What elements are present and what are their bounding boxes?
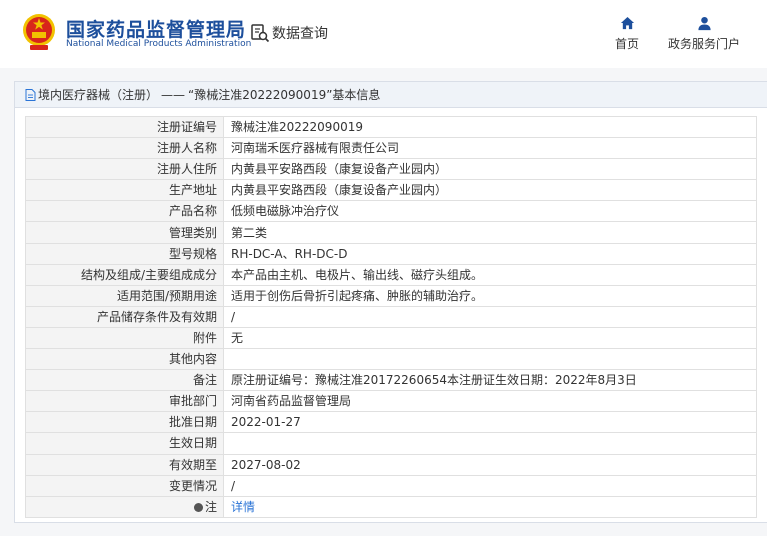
- breadcrumb-separator: ——: [161, 87, 186, 102]
- home-icon: [620, 16, 634, 30]
- field-value: 无: [223, 326, 757, 350]
- bullet-icon: [193, 502, 203, 512]
- registration-detail-table: 注册证编号 豫械注准20222090019 注册人名称 河南瑞禾医疗器械有限责任公司注…: [25, 115, 757, 518]
- nav-service-portal-label: 政务服务门户: [667, 37, 740, 51]
- field-label: 注册人名称: [25, 137, 224, 160]
- field-value: 低频电磁脉冲治疗仪: [223, 200, 757, 223]
- nav-home-label: 首页: [614, 37, 639, 51]
- nav-service-portal[interactable]: 政务服务门户: [664, 16, 744, 52]
- field-value: [223, 348, 757, 371]
- field-value: /: [223, 474, 757, 497]
- field-label: 结构及组成/主要组成成分: [25, 263, 224, 286]
- data-query-label: 数据查询: [272, 26, 328, 42]
- site-name-cn: 国家药品监督管理局: [66, 19, 247, 41]
- field-label: 有效期至: [25, 453, 224, 476]
- field-label: 批准日期: [25, 411, 224, 434]
- field-label: 变更情况: [25, 474, 224, 497]
- table-row: 注 详情: [25, 495, 757, 518]
- table-row: 生产地址 内黄县平安路西段（康复设备产业园内）: [25, 179, 757, 202]
- field-label: 管理类别: [25, 221, 224, 244]
- table-row: 型号规格 RH-DC-A、RH-DC-D: [25, 242, 757, 265]
- field-value: 第二类: [223, 221, 757, 244]
- table-row: 其他内容: [25, 348, 757, 371]
- data-query-link[interactable]: 数据查询: [250, 22, 328, 44]
- table-row: 备注 原注册证编号：豫械注准20172260654本注册证生效日期：2022年8月…: [25, 369, 757, 392]
- table-row: 注册人住所 内黄县平安路西段（康复设备产业园内）: [25, 158, 757, 181]
- field-value: 适用于创伤后骨折引起疼痛、肿胀的辅助治疗。: [223, 284, 757, 307]
- details-link[interactable]: 详情: [231, 500, 255, 514]
- table-row: 注册证编号 豫械注准20222090019: [25, 115, 757, 139]
- field-value: 豫械注准20222090019: [223, 115, 757, 139]
- detail-panel: 境内医疗器械（注册） —— “豫械注准20222090019”基本信息 注册证编…: [14, 81, 767, 523]
- field-label: 注: [25, 495, 224, 518]
- nav-home[interactable]: 首页: [612, 16, 642, 52]
- table-row: 批准日期 2022-01-27: [25, 411, 757, 434]
- table-row: 产品储存条件及有效期 /: [25, 305, 757, 328]
- table-row: 审批部门 河南省药品监督管理局: [25, 390, 757, 413]
- table-row: 产品名称 低频电磁脉冲治疗仪: [25, 200, 757, 223]
- document-search-icon: [251, 24, 270, 43]
- field-value: 内黄县平安路西段（康复设备产业园内）: [223, 158, 757, 181]
- document-icon: [25, 88, 36, 101]
- field-label: 注册证编号: [25, 115, 224, 139]
- field-label: 附件: [25, 326, 224, 350]
- field-value: 河南瑞禾医疗器械有限责任公司: [223, 137, 757, 160]
- table-row: 注册人名称 河南瑞禾医疗器械有限责任公司: [25, 137, 757, 160]
- table-row: 附件无: [25, 326, 757, 350]
- field-label: 备注: [25, 369, 224, 392]
- field-label: 注册人住所: [25, 158, 224, 181]
- field-label: 生效日期: [25, 432, 224, 455]
- user-icon: [697, 16, 711, 31]
- field-value: 原注册证编号：豫械注准20172260654本注册证生效日期：2022年8月3日: [223, 369, 757, 392]
- field-value: 详情: [223, 495, 757, 518]
- table-row: 变更情况 /: [25, 474, 757, 497]
- field-label: 产品名称: [25, 200, 224, 223]
- national-emblem-icon: [23, 14, 55, 50]
- field-label: 适用范围/预期用途: [25, 284, 224, 307]
- table-row: 生效日期: [25, 432, 757, 455]
- breadcrumb: 境内医疗器械（注册） —— “豫械注准20222090019”基本信息: [15, 82, 767, 108]
- field-value: 本产品由主机、电极片、输出线、磁疗头组成。: [223, 263, 757, 286]
- field-value: 2027-08-02: [223, 453, 757, 476]
- field-label: 产品储存条件及有效期: [25, 305, 224, 328]
- table-row: 适用范围/预期用途 适用于创伤后骨折引起疼痛、肿胀的辅助治疗。: [25, 284, 757, 307]
- field-value: 2022-01-27: [223, 411, 757, 434]
- field-value: 河南省药品监督管理局: [223, 390, 757, 413]
- field-label: 生产地址: [25, 179, 224, 202]
- table-row: 管理类别 第二类: [25, 221, 757, 244]
- field-value: 内黄县平安路西段（康复设备产业园内）: [223, 179, 757, 202]
- field-value: /: [223, 305, 757, 328]
- breadcrumb-category-link[interactable]: 境内医疗器械（注册）: [38, 86, 158, 103]
- field-label: 审批部门: [25, 390, 224, 413]
- field-value: [223, 432, 757, 455]
- field-value: RH-DC-A、RH-DC-D: [223, 242, 757, 265]
- table-row: 结构及组成/主要组成成分 本产品由主机、电极片、输出线、磁疗头组成。: [25, 263, 757, 286]
- breadcrumb-current: “豫械注准20222090019”基本信息: [188, 88, 381, 102]
- field-label: 型号规格: [25, 242, 224, 265]
- site-name-en: National Medical Products Administration: [66, 39, 252, 49]
- site-header: 国家药品监督管理局 National Medical Products Admi…: [0, 0, 767, 68]
- table-row: 有效期至 2027-08-02: [25, 453, 757, 476]
- field-label: 其他内容: [25, 348, 224, 371]
